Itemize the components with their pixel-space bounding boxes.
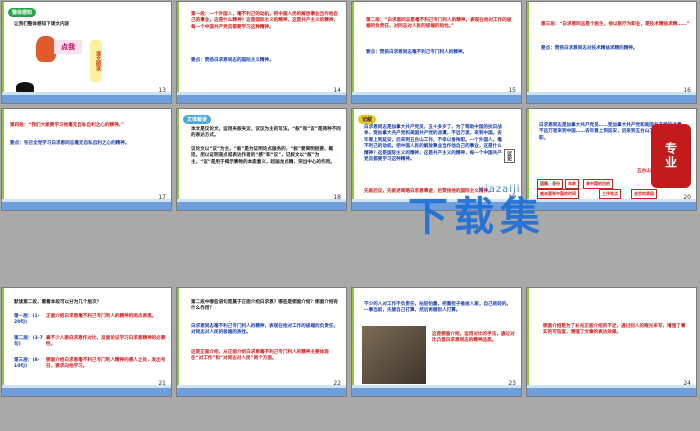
slide-thumb-21[interactable]: 默读第二段，看看本段可以分为几个层次？ 第一层：(1-20句) 正面介绍白求恩毫… (1, 287, 172, 397)
slide-key-point: 要点：赞扬白求恩同志毫不利己专门利人的精神。 (366, 50, 468, 55)
silhouette-icon (16, 82, 34, 92)
callout-yilun: 议论 (504, 149, 515, 163)
slide-footer-bar (527, 385, 696, 396)
slide-left-accent (177, 288, 179, 396)
slide-paragraph: 白求恩同志是加拿大共产党员，五十多岁了，为了帮助中国的抗日战争，受加拿大共产党和… (364, 125, 502, 163)
level-1-label: 第一层：(1-20句) (14, 314, 40, 326)
slide-summary: 这是侧面介绍，运用对比的手法，通过对比凸显白求恩同志的精神品质。 (432, 332, 515, 344)
level-2-label: 第二层：(3-7句) (14, 336, 43, 348)
slide-paragraph: 不少的人对工作不负责任，拈轻怕重，把重担子推给人家，自己挑轻的。一事当前，先替自… (364, 302, 512, 314)
chip-cause: 去世的原因 (631, 189, 657, 199)
slide-thumb-22[interactable]: 第二段中哪些语句是属于正面介绍白求恩？哪些是侧面介绍？侧面介绍有什么作用？ 白求… (176, 287, 347, 397)
section-badge: 文体解读 (183, 115, 212, 124)
slide-footer-bar (177, 199, 346, 210)
slide-number: 18 (333, 194, 341, 201)
slide-left-accent (352, 288, 354, 396)
chip-age: 年龄 (565, 179, 579, 189)
slide-number: 17 (158, 194, 166, 201)
slide-key-point: 要点：号召全党学习白求恩同志毫无自私自利之心的精神。 (10, 141, 130, 146)
slide-left-accent (177, 2, 179, 103)
slide-paragraph: 第四段：“我们大家要学习他毫无自私自利之心的精神。” (10, 123, 124, 128)
slide-left-accent (352, 109, 354, 210)
section-badge: 整体感知 (8, 8, 37, 17)
slide-number: 24 (683, 380, 691, 387)
slide-question: 默读第二段，看看本段可以分为几个层次？ (14, 300, 102, 305)
slide-footer-bar (177, 385, 346, 396)
slide-paragraph-2: 议论文以“议”为主，“叙”是为证明论点服务的，“叙”要简明扼要、概括，用以证明观… (191, 147, 335, 165)
slide-question: 第二段中哪些语句是属于正面介绍白求恩？哪些是侧面介绍？侧面介绍有什么作用？ (191, 300, 339, 312)
slide-thumb-16[interactable]: 第三段：“白求恩同志是个医生，他以医疗为职业，是技术精益求精……” 要点：赞扬白… (526, 1, 697, 104)
watermark-seal: 专业 (651, 124, 691, 188)
card-dianwo-label: 点我 (61, 43, 75, 51)
location-tag: 五台山 (637, 169, 651, 174)
slide-paragraph: 第三段：“白求恩同志是个医生，他以医疗为职业，是技术精益求精……” (541, 22, 690, 27)
slide-thumb-18[interactable]: 文体解读 本文是议论文，运用夹叙夹议，议议为主的写法。“叙”和“议”是两种不同的… (176, 108, 347, 211)
slide-footer-bar (527, 92, 696, 103)
slide-paragraph: 本文是议论文，运用夹叙夹议，议议为主的写法。“叙”和“议”是两种不同的表达方式。 (191, 127, 341, 139)
slide-paragraph: 侧面介绍是为了补充正面介绍的不足，通过别人的眼光来写，增强了事实的可信度，增强了… (543, 324, 686, 336)
slide-thumb-17[interactable]: 第四段：“我们大家要学习他毫无自私自利之心的精神。” 要点：号召全党学习白求恩同… (1, 108, 172, 211)
slide-footer-bar (177, 92, 346, 103)
slide-paragraph: 第二段：“白求恩同志是毫不利己专门利人的精神，表现在他对工作的极端的负责任，对同… (366, 18, 512, 30)
slide-paragraph: 白求恩同志毫不利己专门利人的精神，表现在他对工作的极端的负责任，对同志对人民的极… (191, 324, 339, 336)
level-3-text: 侧面介绍白求恩毫不利己专门利人精神的感人之处，发出号召，要求向他学习。 (46, 358, 166, 370)
slide-thumb-24[interactable]: 侧面介绍是为了补充正面介绍的不足，通过别人的眼光来写，增强了事实的可信度，增强了… (526, 287, 697, 397)
slide-summary: 这是正面介绍，从正面介绍白求恩毫不利己专门利人的精神主要体现在“对工作”和“对同… (191, 350, 329, 362)
slide-left-accent (352, 2, 354, 103)
slide-left-accent (527, 288, 529, 396)
slide-thumb-14[interactable]: 第一段：一个外国人，毫不利己的动机，把中国人民的解放事业当作他自己的事业，这是什… (176, 1, 347, 104)
slide-left-accent (2, 109, 4, 210)
slide-footer-bar (352, 92, 521, 103)
slide-number: 13 (158, 87, 166, 94)
watermark-text: 下载集 (408, 193, 546, 240)
slide-key-point: 要点：赞扬白求恩同志的国际主义精神。 (191, 58, 274, 63)
card-kewen[interactable]: 课文朗读 (90, 40, 102, 82)
slide-left-accent (527, 2, 529, 103)
slide-number: 15 (508, 87, 516, 94)
tea-illustration (36, 36, 56, 62)
chip-place: 工作地点 (599, 189, 621, 199)
card-dianwo[interactable]: 点我 (54, 40, 82, 54)
card-kewen-label: 课文朗读 (95, 51, 101, 71)
slide-number: 14 (333, 87, 341, 94)
slide-paragraph: 第一段：一个外国人，毫不利己的动机，把中国人民的解放事业当作他自己的事业，这是什… (191, 12, 339, 30)
slide-sorter-grid: 整体感知 让我们整体感知下课文内容 点我 课文朗读 13 第一段：一个外国人，毫… (0, 0, 700, 431)
slide-left-accent (177, 109, 179, 210)
watermark-subtext: xiazaiji (478, 184, 521, 195)
slide-number: 22 (333, 380, 341, 387)
slide-thumb-23[interactable]: 不少的人对工作不负责任，拈轻怕重，把重担子推给人家，自己挑轻的。一事当前，先替自… (351, 287, 522, 397)
slide-footer-bar (527, 199, 696, 210)
slide-thumb-13[interactable]: 整体感知 让我们整体感知下课文内容 点我 课文朗读 13 (1, 1, 172, 104)
slide-number: 16 (683, 87, 691, 94)
slide-number: 21 (158, 380, 166, 387)
slide-footer-bar (2, 92, 171, 103)
slide-thumb-15[interactable]: 第二段：“白求恩同志是毫不利己专门利人的精神，表现在他对工作的极端的负责任，对同… (351, 1, 522, 104)
slide-number: 20 (683, 194, 691, 201)
slide-footer-bar (2, 385, 171, 396)
section-badge: 记叙 (358, 115, 377, 124)
level-1-text: 正面介绍白求恩毫不利己专门利人的精神的两点表现。 (46, 314, 157, 319)
slide-left-accent (2, 288, 4, 396)
slide-text: 让我们整体感知下课文内容 (14, 22, 70, 27)
level-3-label: 第三层：(8-10句) (14, 358, 40, 370)
slide-footer-bar (352, 385, 521, 396)
slide-number: 23 (508, 380, 516, 387)
surgery-photo (362, 326, 426, 384)
slide-footer-bar (2, 199, 171, 210)
chip-purpose: 来中国的目的 (583, 179, 613, 189)
level-2-text: 拿不少人跟白求恩作对比，反面论证学习白求恩精神的必要性。 (46, 336, 166, 348)
slide-key-point: 要点：赞扬白求恩同志对技术精益求精的精神。 (541, 46, 638, 51)
slide-left-accent (2, 2, 4, 103)
